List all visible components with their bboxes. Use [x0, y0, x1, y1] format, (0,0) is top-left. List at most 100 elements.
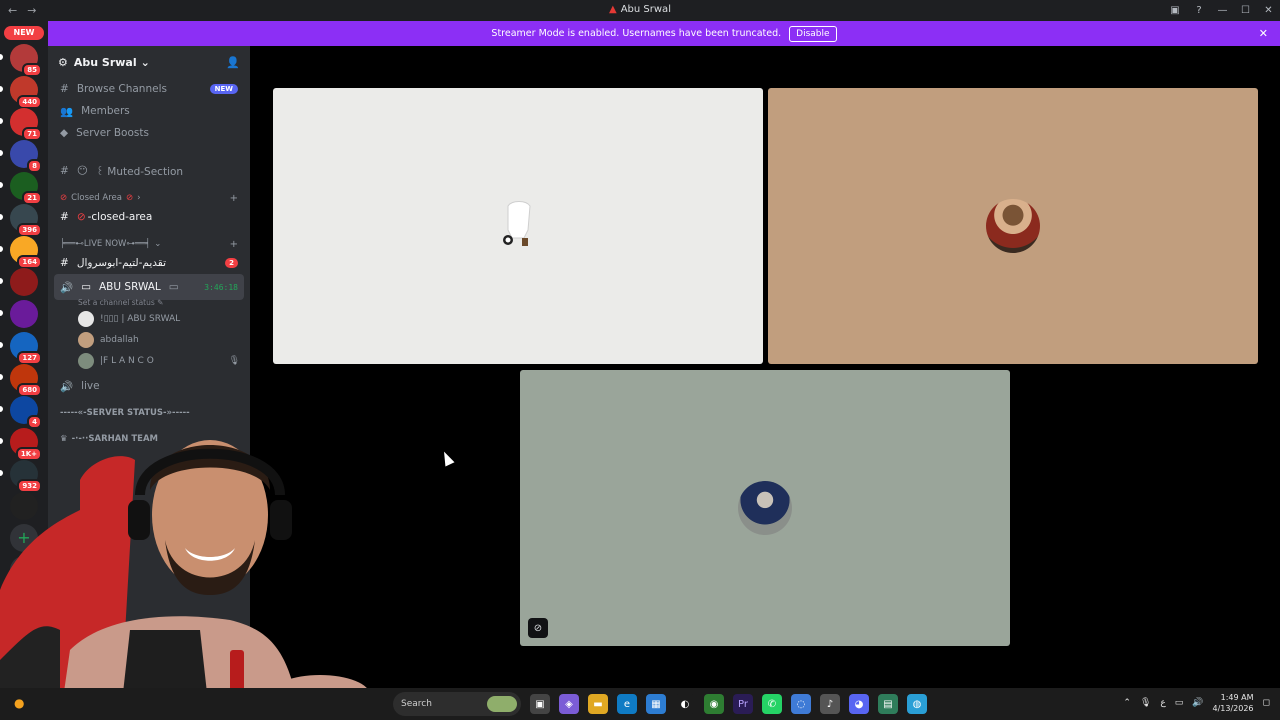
system-tray: ⌃ 🎙 ع ▭ 🔊 1:49 AM 4/13/2026 ◻	[1123, 692, 1270, 714]
maximize-icon[interactable]: ☐	[1234, 5, 1257, 16]
task-view-icon[interactable]: ▣	[530, 694, 550, 714]
category-closed-area[interactable]: ⊘ Closed Area ⊘ › +	[48, 190, 250, 206]
members-link[interactable]: 👥 Members	[48, 100, 250, 122]
unread-badge: 2	[225, 258, 238, 268]
discord-icon[interactable]: ◕	[849, 694, 869, 714]
window-controls: ▣ ? — ☐ ✕	[1163, 0, 1280, 21]
streamer-image	[0, 440, 370, 720]
chrome-icon[interactable]: ◉	[704, 694, 724, 714]
server-icon[interactable]: 85	[0, 44, 42, 77]
voice-username: |F L A N C O	[100, 355, 154, 366]
browse-icon: #	[60, 83, 69, 95]
clock[interactable]: 1:49 AM 4/13/2026	[1212, 692, 1253, 714]
server-icon[interactable]	[0, 268, 38, 296]
date: 4/13/2026	[1212, 704, 1254, 713]
add-channel-icon[interactable]: +	[230, 193, 238, 204]
voice-user[interactable]: |F L A N C O 🎙	[48, 350, 250, 371]
edge-icon[interactable]: e	[617, 694, 637, 714]
emoji-icon: 😶	[76, 165, 88, 177]
participant-tile[interactable]	[273, 88, 763, 364]
server-header[interactable]: ⚙ Abu Srwal ⌄ 👤	[48, 46, 250, 78]
browse-channels[interactable]: # Browse Channels NEW	[48, 78, 250, 100]
channel-label: -closed-area	[87, 211, 153, 223]
mention-badge: 164	[17, 255, 42, 269]
mention-badge: 85	[22, 63, 42, 77]
server-icon[interactable]: 127	[0, 332, 42, 365]
server-boosts-link[interactable]: ◆ Server Boosts	[48, 122, 250, 144]
close-window-icon[interactable]: ✕	[1257, 5, 1280, 16]
mic-muted-icon[interactable]: ⊘	[528, 618, 548, 638]
mention-badge: 21	[22, 191, 42, 205]
channel-arabic[interactable]: # تقديم-لتيم-ابوسروال 2	[48, 252, 250, 274]
invite-icon[interactable]: 👤	[226, 56, 240, 69]
boost-icon: ◆	[60, 127, 69, 139]
server-icon[interactable]: 164	[0, 236, 42, 269]
chevron-up-icon[interactable]: ⌃	[1123, 698, 1131, 708]
premiere-icon[interactable]: Pr	[733, 694, 753, 714]
server-name: Abu Srwal	[73, 55, 137, 69]
category-label: -----«-SERVER STATUS-»-----	[60, 408, 190, 418]
channel-closed-area[interactable]: # ⊘ -closed-area	[48, 206, 250, 228]
server-icon[interactable]: 680	[0, 364, 42, 397]
weather-icon[interactable]: ●	[14, 696, 24, 710]
server-icon[interactable]: 71	[0, 108, 42, 141]
server-icon[interactable]: 396	[0, 204, 42, 237]
copilot-icon[interactable]: ◈	[559, 694, 579, 714]
volume-icon[interactable]: 🔊	[1192, 698, 1203, 708]
taskbar-apps: ▣ ◈ ▬ e ▦ ◐ ◉ Pr ✆ ◌ ♪ ◕ ▤ ◍	[530, 694, 927, 714]
app-icon[interactable]: ◌	[791, 694, 811, 714]
server-icon[interactable]	[0, 300, 38, 328]
participant-avatar	[738, 481, 792, 535]
inbox-icon[interactable]: ▣	[1163, 5, 1187, 16]
forward-arrow-icon[interactable]: →	[27, 4, 36, 17]
stream-icon: ▭	[81, 281, 91, 293]
voice-user[interactable]: abdallah	[48, 329, 250, 350]
minimize-icon[interactable]: —	[1211, 5, 1234, 16]
mention-badge: 680	[17, 383, 42, 397]
taskbar-search[interactable]: Search	[393, 692, 521, 716]
mic-icon[interactable]: 🎙	[1140, 698, 1151, 708]
close-icon[interactable]: ✕	[1259, 27, 1268, 40]
mention-badge: 440	[17, 95, 42, 109]
category-label: ╞══⊷LIVE NOW⊶══╡	[60, 239, 151, 249]
server-icon[interactable]: 440	[0, 76, 42, 109]
prohibited-icon: ⊘	[76, 211, 86, 223]
file-explorer-icon[interactable]: ▬	[588, 694, 608, 714]
channel-label: تقديم-لتيم-ابوسروال	[76, 257, 167, 269]
voice-channel-abu-srwal[interactable]: 🔊 ▭ ABU SRWAL ▭ 3:46:18	[54, 274, 244, 300]
nav-buttons: ← →	[0, 4, 48, 17]
voice-channel-live[interactable]: 🔊 live	[48, 375, 250, 397]
time: 1:49 AM	[1220, 693, 1254, 702]
window-title: ▲ Abu Srwal	[609, 4, 671, 15]
hash-icon: #	[60, 165, 69, 177]
store-icon[interactable]: ▦	[646, 694, 666, 714]
language-icon[interactable]: ع	[1160, 698, 1165, 708]
stream-icon: ▭	[168, 281, 179, 293]
browse-channels-label: Browse Channels	[76, 83, 167, 95]
alien-icon[interactable]: ◐	[675, 694, 695, 714]
participant-tile[interactable]: ⊘	[520, 370, 1010, 646]
music-icon[interactable]: ♪	[820, 694, 840, 714]
network-icon[interactable]: ▭	[1175, 698, 1184, 708]
disable-button[interactable]: Disable	[789, 25, 837, 42]
notification-icon[interactable]: ◻	[1263, 698, 1270, 708]
channel-muted-section[interactable]: # 😶 ꒰ Muted-Section	[48, 160, 250, 182]
category-live-now[interactable]: ╞══⊷LIVE NOW⊶══╡ ⌄ +	[48, 236, 250, 252]
channel-status[interactable]: Set a channel status ✎	[48, 298, 250, 308]
chevron-down-icon: ⌄	[140, 55, 150, 69]
app-logo-icon: ▲	[609, 4, 617, 15]
members-label: Members	[81, 105, 130, 117]
back-arrow-icon[interactable]: ←	[8, 4, 17, 17]
help-icon[interactable]: ?	[1187, 5, 1211, 16]
app-icon[interactable]: ▤	[878, 694, 898, 714]
app-icon[interactable]: ◍	[907, 694, 927, 714]
whatsapp-icon[interactable]: ✆	[762, 694, 782, 714]
category-server-status[interactable]: -----«-SERVER STATUS-»-----	[48, 405, 250, 421]
webcam-overlay	[0, 420, 400, 720]
server-icon[interactable]: 21	[0, 172, 42, 205]
server-icon[interactable]: 8	[0, 140, 42, 173]
voice-user[interactable]: !▯▯▯ | ABU SRWAL	[48, 308, 250, 329]
add-channel-icon[interactable]: +	[230, 239, 238, 250]
avatar	[78, 310, 94, 327]
participant-tile[interactable]	[768, 88, 1258, 364]
